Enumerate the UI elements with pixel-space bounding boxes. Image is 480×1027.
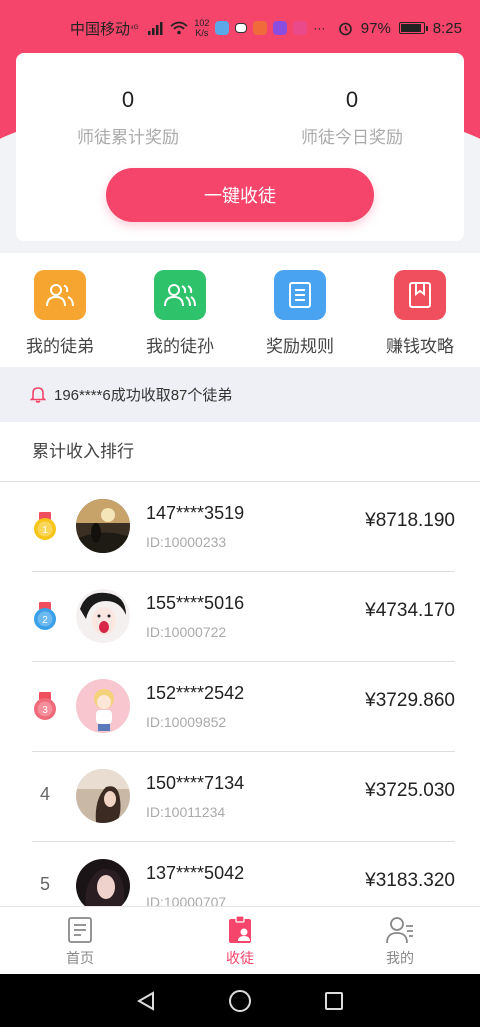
user-name: 137****5042 xyxy=(146,863,245,883)
today-reward-value: 0 xyxy=(345,87,359,112)
app-notification-icon xyxy=(273,21,288,35)
avatar[interactable] xyxy=(76,589,130,643)
signal-icon xyxy=(148,22,163,35)
income-amount: ¥3729.860 xyxy=(365,690,455,711)
clock: 8:25 xyxy=(432,19,462,37)
nav-label: 奖励规则 xyxy=(266,337,334,356)
recents-icon[interactable] xyxy=(323,990,345,1012)
profile-icon xyxy=(386,917,413,944)
total-reward-label: 师徒累计奖励 xyxy=(77,128,179,147)
user-name: 150****7134 xyxy=(146,773,245,793)
reward-summary-card: 0 师徒累计奖励 0 师徒今日奖励 一键收徒 xyxy=(16,53,464,241)
people-icon xyxy=(34,270,86,320)
one-click-recruit-button[interactable]: 一键收徒 xyxy=(106,168,374,222)
status-right: 97% 8:25 xyxy=(338,20,462,37)
status-icons: 102 K/s ··· xyxy=(148,18,325,38)
user-name: 152****2542 xyxy=(146,683,245,703)
net-speed: 102 K/s xyxy=(194,18,210,38)
user-id: ID:10000233 xyxy=(146,534,227,550)
nav-label: 赚钱攻略 xyxy=(386,337,454,356)
tab-label: 首页 xyxy=(66,950,94,966)
nav-my-grand-apprentices[interactable]: 我的徒孙 xyxy=(120,253,240,367)
total-reward-value: 0 xyxy=(121,87,135,112)
nav-money-guide[interactable]: 赚钱攻略 xyxy=(360,253,480,367)
notice-text: 196****6成功收取87个徒弟 xyxy=(54,387,233,404)
ranking-row[interactable]: 3 152****2542 ID:10009852 ¥3729.860 xyxy=(32,662,455,752)
bookmark-icon xyxy=(394,270,446,320)
tab-home[interactable]: 首页 xyxy=(0,907,160,974)
income-amount: ¥3183.320 xyxy=(365,870,455,891)
tab-mine[interactable]: 我的 xyxy=(320,907,480,974)
avatar[interactable] xyxy=(76,769,130,823)
weibo-icon xyxy=(235,23,248,33)
bronze-medal-icon: 3 xyxy=(34,692,56,720)
tab-label: 我的 xyxy=(386,950,414,966)
status-bar: 中国移动 ⁴ᴳ 102 K/s ··· 97% 8:25 xyxy=(0,0,480,56)
battery-percent: 97% xyxy=(360,19,391,37)
gold-medal-icon: 1 xyxy=(34,512,56,540)
svg-text:2: 2 xyxy=(42,615,48,626)
income-amount: ¥3725.030 xyxy=(365,780,455,801)
home-icon[interactable] xyxy=(228,989,252,1013)
bell-icon xyxy=(30,387,46,403)
ranking-row[interactable]: 1 147****3519 ID:10000233 ¥8718.190 xyxy=(32,482,455,572)
total-reward: 0 师徒累计奖励 xyxy=(16,87,240,148)
tab-recruit[interactable]: 收徒 xyxy=(160,907,320,974)
ranking-row[interactable]: 4 150****7134 ID:10011234 ¥3725.030 xyxy=(32,752,455,842)
svg-text:3: 3 xyxy=(42,705,48,716)
user-id: ID:10000722 xyxy=(146,624,227,640)
income-ranking: 累计收入排行 1 147****3519 ID:10000233 ¥8718.1… xyxy=(0,422,480,908)
user-id: ID:10009852 xyxy=(146,714,227,730)
rank-number: 5 xyxy=(39,874,50,894)
ranking-row[interactable]: 5 137****5042 ID:10000707 ¥3183.320 xyxy=(32,842,455,908)
app-notification-icon xyxy=(293,21,308,35)
user-id: ID:10011234 xyxy=(146,804,226,820)
wifi-icon xyxy=(170,21,188,35)
back-icon[interactable] xyxy=(135,990,157,1012)
nav-reward-rules[interactable]: 奖励规则 xyxy=(240,253,360,367)
avatar[interactable] xyxy=(76,499,130,553)
quick-nav: 我的徒弟 我的徒孙 奖励规则 赚钱攻略 xyxy=(0,253,480,367)
recruit-notice-bar: 196****6成功收取87个徒弟 xyxy=(0,367,480,422)
app-notification-icon xyxy=(253,21,268,35)
ranking-title: 累计收入排行 xyxy=(0,422,480,482)
avatar[interactable] xyxy=(76,859,130,908)
nav-my-apprentices[interactable]: 我的徒弟 xyxy=(0,253,120,367)
document-icon xyxy=(274,270,326,320)
battery-icon xyxy=(398,22,428,34)
avatar[interactable] xyxy=(76,679,130,733)
more-icon: ··· xyxy=(313,21,326,35)
app-notification-icon xyxy=(215,21,230,35)
home-doc-icon xyxy=(68,917,92,943)
income-amount: ¥4734.170 xyxy=(365,600,455,621)
bottom-tab-bar: 首页 收徒 我的 xyxy=(0,906,480,974)
user-name: 147****3519 xyxy=(146,503,245,523)
today-reward-label: 师徒今日奖励 xyxy=(301,128,403,147)
nav-label: 我的徒弟 xyxy=(26,337,94,356)
carrier-name: 中国移动 xyxy=(70,20,131,38)
network-type: ⁴ᴳ xyxy=(130,23,139,33)
silver-medal-icon: 2 xyxy=(34,602,56,630)
today-reward: 0 师徒今日奖励 xyxy=(240,87,464,148)
nav-label: 我的徒孙 xyxy=(146,337,214,356)
ranking-row[interactable]: 2 155****5016 ID:10000722 ¥4734.170 xyxy=(32,572,455,662)
user-name: 155****5016 xyxy=(146,593,245,613)
income-amount: ¥8718.190 xyxy=(365,510,455,531)
alarm-icon xyxy=(338,22,352,35)
system-navigation-bar xyxy=(0,974,480,1027)
svg-text:1: 1 xyxy=(42,525,48,536)
tab-label: 收徒 xyxy=(226,950,254,966)
group-icon xyxy=(154,270,206,320)
rank-number: 4 xyxy=(39,784,50,804)
recruit-icon xyxy=(229,915,251,943)
